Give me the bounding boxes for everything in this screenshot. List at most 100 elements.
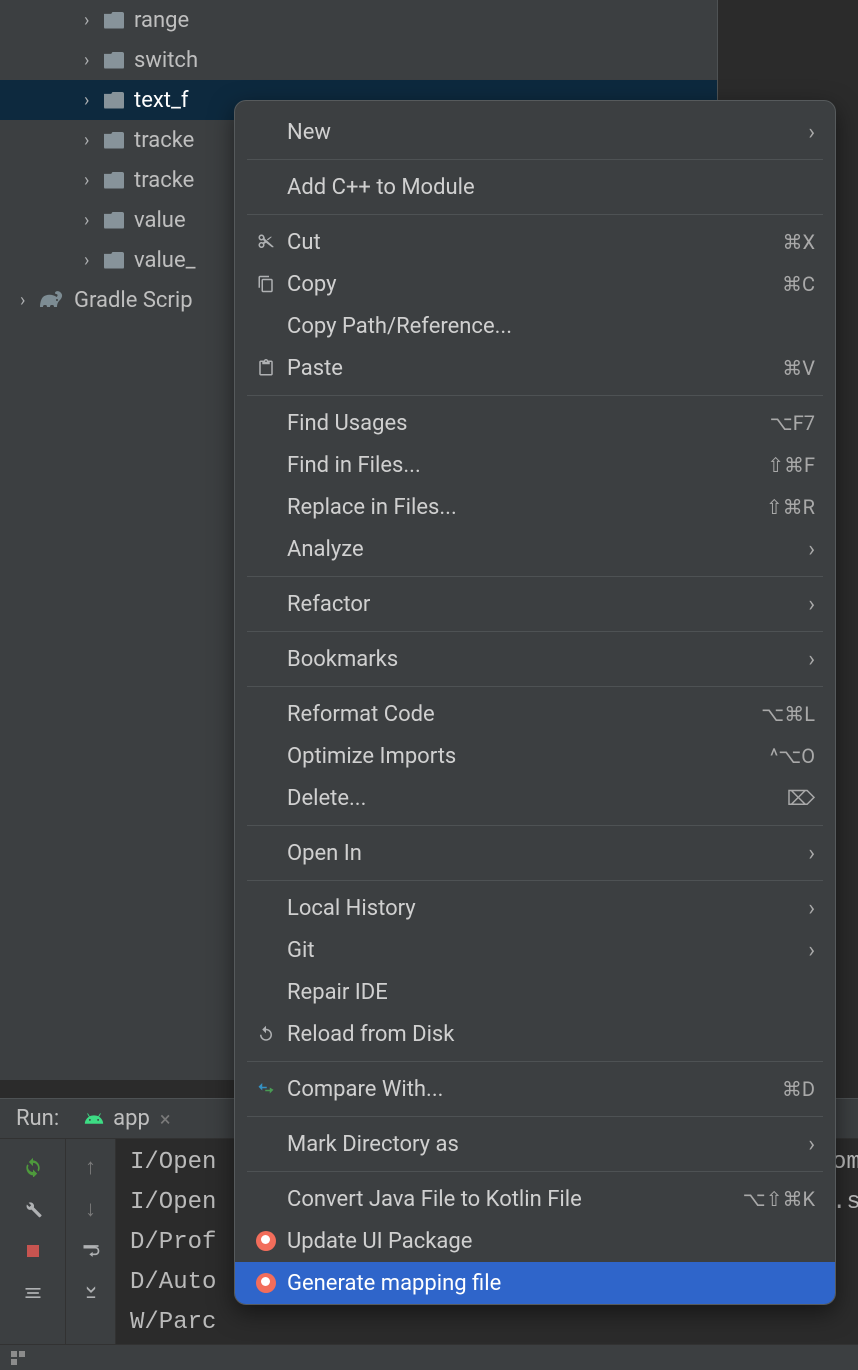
menu-label: Git [287,938,808,963]
menu-label: Local History [287,896,808,921]
shortcut-label: ⌘D [782,1077,815,1101]
menu-item-cut[interactable]: Cut ⌘X [235,221,835,263]
tree-label: tracke [134,168,194,193]
menu-label: Generate mapping file [287,1271,815,1296]
soft-wrap-icon[interactable] [79,1239,103,1263]
menu-item-refactor[interactable]: Refactor› [235,583,835,625]
menu-label: Copy [287,272,770,297]
close-icon[interactable]: × [160,1107,171,1131]
separator [247,1171,823,1172]
menu-item-update-ui-package[interactable]: Update UI Package [235,1220,835,1262]
menu-item-optimize-imports[interactable]: Optimize Imports ^⌥O [235,735,835,777]
menu-item-copy[interactable]: Copy⌘C [235,263,835,305]
shortcut-label: ⇧⌘F [767,453,815,477]
console-tools-main [0,1139,66,1370]
menu-label: Delete... [287,786,775,811]
compare-icon [251,1080,281,1098]
separator [247,214,823,215]
scroll-end-icon[interactable] [79,1281,103,1305]
menu-item-reformat-code[interactable]: Reformat Code ⌥⌘L [235,693,835,735]
gradle-icon [40,290,64,310]
menu-item-local-history[interactable]: Local History› [235,887,835,929]
menu-item-analyze[interactable]: Analyze› [235,528,835,570]
separator [247,825,823,826]
shortcut-label: ⌥⌘L [761,702,815,726]
menu-label: Convert Java File to Kotlin File [287,1187,731,1212]
tree-label: tracke [134,128,194,153]
chevron-right-icon: › [808,120,815,145]
tree-label: Gradle Scrip [74,288,193,313]
chevron-right-icon [84,250,98,271]
folder-icon [104,92,124,109]
menu-item-copy-path-reference[interactable]: Copy Path/Reference... [235,305,835,347]
folder-icon [104,132,124,149]
relay-icon [251,1273,281,1293]
chevron-right-icon [84,50,98,71]
up-arrow-icon[interactable]: ↑ [79,1155,103,1179]
menu-item-new[interactable]: New› [235,111,835,153]
menu-item-add-c-to-module[interactable]: Add C++ to Module [235,166,835,208]
menu-label: Cut [287,230,770,255]
separator [247,880,823,881]
tree-label: text_f [134,88,189,113]
chevron-right-icon [20,290,34,311]
relay-icon [251,1231,281,1251]
menu-item-compare-with[interactable]: Compare With...⌘D [235,1068,835,1110]
chevron-right-icon [84,90,98,111]
menu-item-mark-directory-as[interactable]: Mark Directory as› [235,1123,835,1165]
folder-icon [104,12,124,29]
rerun-icon[interactable] [21,1155,45,1179]
folder-icon [104,252,124,269]
folder-icon [104,172,124,189]
tree-label: value [134,208,186,233]
menu-label: Repair IDE [287,980,815,1005]
down-arrow-icon[interactable]: ↓ [79,1197,103,1221]
reload-icon [251,1025,281,1043]
separator [247,1116,823,1117]
menu-item-convert-java-file-to-kotlin-file[interactable]: Convert Java File to Kotlin File ⌥⇧⌘K [235,1178,835,1220]
chevron-right-icon [84,170,98,191]
menu-item-find-in-files[interactable]: Find in Files...⇧⌘F [235,444,835,486]
menu-label: Find Usages [287,411,758,436]
separator [247,395,823,396]
run-tab-app[interactable]: app × [83,1106,170,1131]
menu-item-delete[interactable]: Delete...⌦ [235,777,835,819]
run-label: Run: [16,1106,59,1131]
menu-item-find-usages[interactable]: Find Usages⌥F7 [235,402,835,444]
chevron-right-icon: › [808,537,815,562]
menu-item-bookmarks[interactable]: Bookmarks› [235,638,835,680]
chevron-right-icon: › [808,647,815,672]
menu-item-generate-mapping-file[interactable]: Generate mapping file [235,1262,835,1304]
layout-icon[interactable] [21,1281,45,1305]
tree-item-range[interactable]: range [0,0,717,40]
menu-label: Replace in Files... [287,495,754,520]
stop-icon[interactable] [21,1239,45,1263]
chevron-right-icon: › [808,1132,815,1157]
run-tab-label: app [113,1106,150,1131]
chevron-right-icon: › [808,896,815,921]
menu-label: Optimize Imports [287,744,758,769]
separator [247,686,823,687]
shortcut-label: ⌥⇧⌘K [743,1187,815,1211]
wrench-icon[interactable] [21,1197,45,1221]
menu-item-replace-in-files[interactable]: Replace in Files...⇧⌘R [235,486,835,528]
chevron-right-icon: › [808,938,815,963]
menu-label: Update UI Package [287,1229,815,1254]
context-menu: New› Add C++ to Module Cut ⌘X Copy⌘CCopy Pat… [234,100,836,1305]
menu-label: Analyze [287,537,808,562]
menu-label: Reformat Code [287,702,749,727]
menu-item-repair-ide[interactable]: Repair IDE [235,971,835,1013]
cut-icon [251,233,281,251]
console-tools-secondary: ↑ ↓ [66,1139,116,1370]
tree-label: range [134,8,189,33]
menu-label: Refactor [287,592,808,617]
menu-item-git[interactable]: Git› [235,929,835,971]
menu-item-open-in[interactable]: Open In› [235,832,835,874]
menu-item-paste[interactable]: Paste⌘V [235,347,835,389]
shortcut-label: ^⌥O [770,744,815,768]
status-bar-icon[interactable] [0,1345,858,1370]
separator [247,159,823,160]
tree-item-switch[interactable]: switch [0,40,717,80]
shortcut-label: ⌘X [782,230,815,254]
menu-item-reload-from-disk[interactable]: Reload from Disk [235,1013,835,1055]
